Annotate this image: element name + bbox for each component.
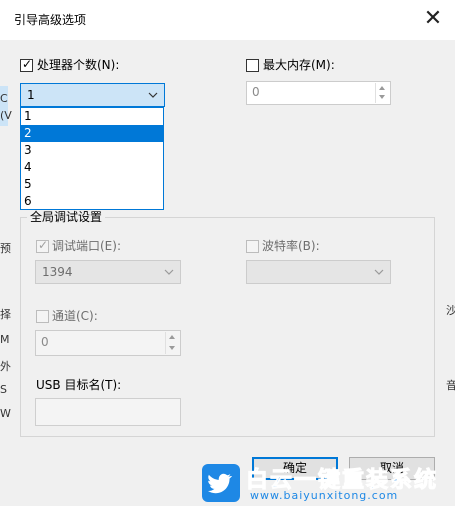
dropdown-option[interactable]: 4: [21, 159, 163, 176]
chevron-down-icon: [374, 269, 384, 275]
checkmark-icon: ✓: [37, 238, 49, 252]
close-icon[interactable]: ✕: [420, 6, 446, 32]
dropdown-option-highlighted[interactable]: 2: [21, 125, 163, 142]
debug-port-value: 1394: [42, 265, 73, 279]
baud-rate-label: 波特率(B):: [262, 239, 320, 253]
max-memory-label: 最大内存(M):: [263, 58, 335, 72]
processor-count-label: 处理器个数(N):: [37, 58, 120, 72]
title-bar: 引导高级选项 ✕: [0, 0, 455, 40]
background-text-fragment: 沙: [446, 304, 455, 317]
dropdown-option[interactable]: 6: [21, 193, 163, 210]
dropdown-option[interactable]: 5: [21, 176, 163, 193]
dialog-title: 引导高级选项: [14, 13, 87, 27]
checkmark-icon: ✓: [21, 57, 33, 71]
channel-spinner: 0: [35, 330, 181, 356]
max-memory-spinner: 0: [246, 81, 391, 105]
usb-target-label: USB 目标名(T):: [36, 378, 122, 392]
background-text-fragment: (V: [0, 109, 12, 122]
background-text-fragment: S: [0, 383, 7, 396]
channel-value: 0: [41, 335, 49, 349]
channel-label: 通道(C):: [52, 309, 98, 323]
processor-count-dropdown-list: 1 2 3 4 5 6: [20, 107, 164, 210]
background-text-fragment: 音: [446, 379, 455, 392]
background-text-fragment: C: [0, 92, 8, 105]
watermark-url: www.baiyunxitong.com: [250, 489, 399, 502]
dropdown-option[interactable]: 1: [21, 108, 163, 125]
debug-port-label: 调试端口(E):: [52, 239, 121, 253]
chevron-down-icon: [148, 92, 158, 98]
usb-target-field: [35, 398, 181, 426]
processor-count-value: 1: [27, 88, 35, 102]
baud-rate-checkbox: [246, 240, 259, 253]
background-text-fragment: M: [0, 333, 10, 346]
background-text-fragment: 外: [0, 360, 11, 373]
spin-down-icon: [165, 343, 179, 354]
chevron-down-icon: [164, 269, 174, 275]
max-memory-checkbox[interactable]: [246, 59, 259, 72]
debug-port-checkbox: ✓: [36, 238, 49, 253]
spin-up-icon: [165, 332, 179, 343]
background-text-fragment: 预: [0, 242, 11, 255]
processor-count-checkbox[interactable]: ✓: [20, 57, 33, 72]
max-memory-value: 0: [252, 85, 260, 99]
baud-rate-select: [246, 260, 391, 284]
twitter-bird-icon: [202, 464, 240, 502]
watermark: 白云一键重装系统 www.baiyunxitong.com: [200, 462, 452, 504]
background-text-fragment: W: [0, 407, 11, 420]
dropdown-option[interactable]: 3: [21, 142, 163, 159]
channel-checkbox: [36, 310, 49, 323]
processor-count-select[interactable]: 1: [20, 83, 165, 107]
global-debug-group-title: 全局调试设置: [27, 209, 106, 225]
background-text-fragment: 择: [0, 308, 11, 321]
debug-port-select: 1394: [35, 260, 181, 284]
spin-down-icon: [375, 92, 389, 103]
